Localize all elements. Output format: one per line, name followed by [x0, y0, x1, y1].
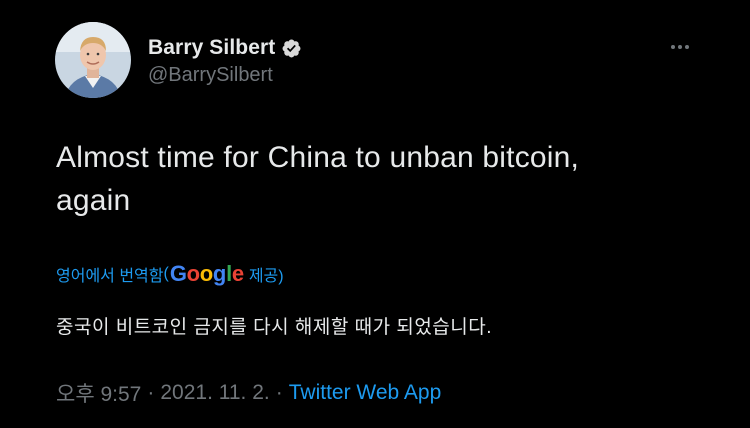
- translated-text: 중국이 비트코인 금지를 다시 해제할 때가 되었습니다.: [56, 317, 493, 338]
- translation-attribution[interactable]: 영어에서 번역함(Google 제공): [56, 259, 284, 289]
- author-name-row[interactable]: Barry Silbert: [148, 34, 302, 62]
- google-logo: Google: [169, 261, 244, 286]
- tweet-detail: Barry Silbert @BarrySilbert Almost time …: [0, 0, 750, 428]
- tweet-date[interactable]: 2021. 11. 2.: [160, 381, 269, 405]
- provided-by-label: 제공): [248, 268, 284, 285]
- separator: ·: [275, 381, 283, 404]
- separator: ·: [147, 381, 155, 404]
- author-handle[interactable]: @BarrySilbert: [148, 64, 273, 87]
- more-horizontal-icon-dot: [678, 45, 682, 49]
- verified-badge-icon: [281, 38, 302, 59]
- tweet-text: Almost time for China to unban bitcoin, …: [56, 136, 696, 222]
- translated-from-label: 영어에서 번역함: [56, 268, 164, 285]
- tweet-text-line: Almost time for China to unban bitcoin,: [56, 141, 580, 174]
- avatar[interactable]: [55, 22, 131, 98]
- tweet-source-link[interactable]: Twitter Web App: [289, 381, 442, 405]
- tweet-text-line: again: [56, 184, 131, 217]
- more-horizontal-icon-dot: [671, 45, 675, 49]
- display-name[interactable]: Barry Silbert: [148, 36, 275, 60]
- more-options-button[interactable]: [664, 36, 696, 58]
- more-horizontal-icon-dot: [685, 45, 689, 49]
- profile-photo-icon: [55, 22, 131, 98]
- tweet-metadata: 오후 9:57 · 2021. 11. 2. · Twitter Web App: [56, 378, 441, 408]
- tweet-time[interactable]: 오후 9:57: [56, 378, 141, 408]
